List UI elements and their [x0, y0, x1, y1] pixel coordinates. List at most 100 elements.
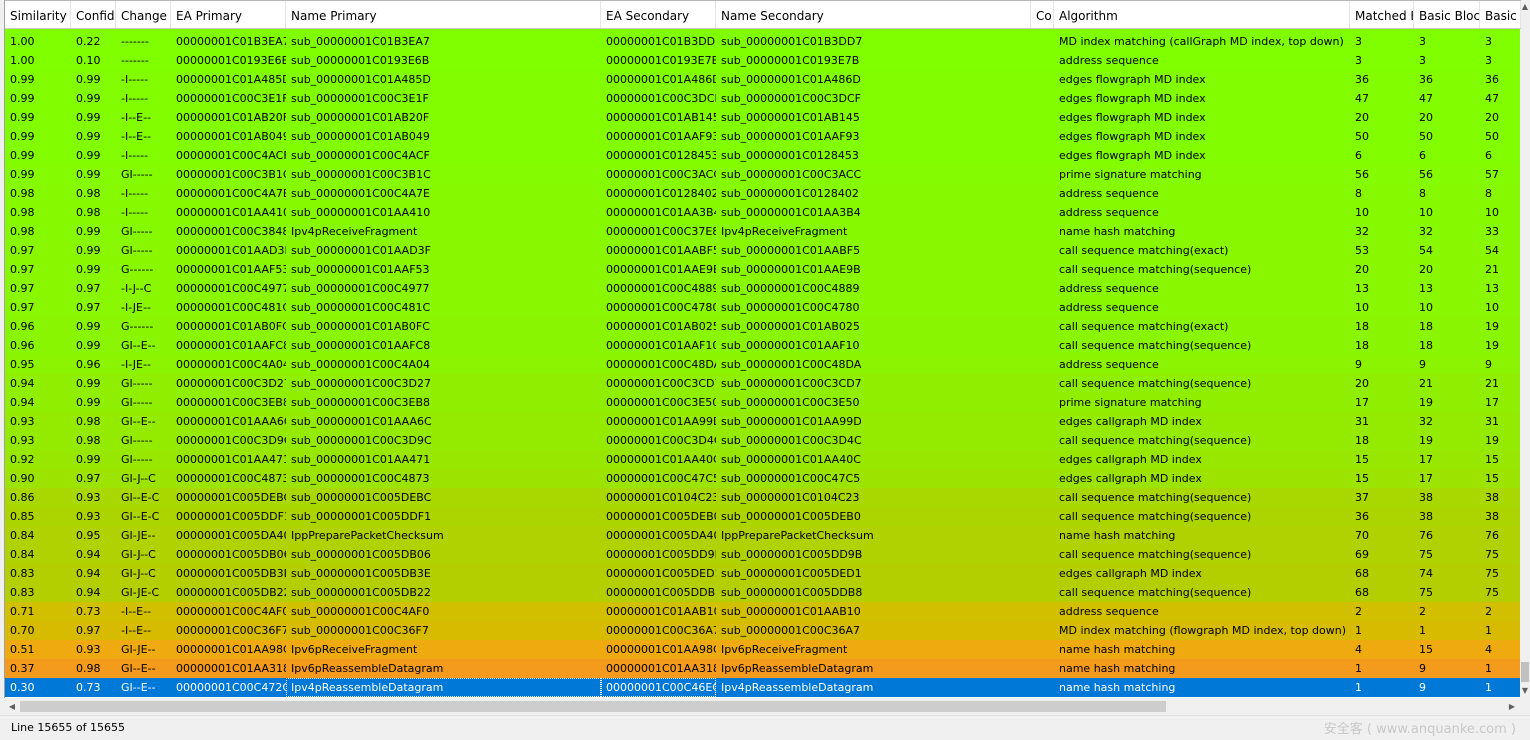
cell-ea-secondary: 00000001C01AB025	[606, 320, 716, 333]
cell-ea-secondary: 00000001C00C46EC	[601, 678, 716, 697]
table-row[interactable]: 0.98 0.99 GI----- 00000001C00C3848 Ipv4pRece…	[5, 222, 1521, 241]
cell-basic-b: 13	[1485, 282, 1499, 295]
cell-algorithm: call sequence matching(exact)	[1059, 244, 1229, 257]
cell-similarity: 0.92	[10, 453, 35, 466]
cell-similarity: 0.85	[10, 510, 35, 523]
table-row[interactable]: 0.86 0.93 GI--E-C 00000001C005DEBC sub_00000…	[5, 488, 1521, 507]
table-row-selected[interactable]: 0.30 0.73 GI--E-- 00000001C00C472C Ipv4pReas…	[5, 678, 1521, 697]
cell-name-primary: sub_00000001C00C4ACF	[291, 149, 430, 162]
cell-change: -I-----	[121, 73, 149, 86]
scroll-right-icon[interactable]: ▶	[1504, 698, 1520, 715]
cell-ea-secondary: 00000001C00C3E50	[606, 396, 716, 409]
grid-body: sub_00000001C01AAF02sub_00000001C01AAF02…	[5, 13, 1521, 698]
table-row[interactable]: 0.94 0.99 GI----- 00000001C00C3EB8 sub_00000…	[5, 393, 1521, 412]
table-row[interactable]: 0.96 0.99 G------ 00000001C01AB0FC sub_00000…	[5, 317, 1521, 336]
cell-matched-b: 13	[1355, 282, 1369, 295]
cell-ea-primary: 00000001C00C3EB8	[176, 396, 286, 409]
table-row[interactable]: 0.99 0.99 -I--E-- 00000001C01AB049 sub_00000…	[5, 127, 1521, 146]
cell-basic-block: 9	[1419, 681, 1426, 694]
table-row[interactable]: 0.90 0.97 GI-J--C 00000001C00C4873 sub_00000…	[5, 469, 1521, 488]
results-grid[interactable]: Similarity Confid Change EA Primary Name Pri…	[4, 0, 1521, 698]
column-header-basic-block[interactable]: Basic Block	[1414, 1, 1480, 28]
column-header-name-primary[interactable]: Name Primary	[286, 1, 601, 28]
vertical-scrollbar[interactable]: ▲ ▼	[1520, 0, 1530, 698]
table-row[interactable]: 0.95 0.96 -I-JE-- 00000001C00C4A04 sub_00000…	[5, 355, 1521, 374]
table-row[interactable]: 1.00 0.10 ------- 00000001C0193E6B sub_00000…	[5, 51, 1521, 70]
table-row[interactable]: 0.37 0.98 GI--E-- 00000001C01AA318 Ipv6pReas…	[5, 659, 1521, 678]
cell-name-secondary: sub_00000001C00C4889	[721, 282, 860, 295]
table-row[interactable]: 0.99 0.99 -I--E-- 00000001C01AB20F sub_00000…	[5, 108, 1521, 127]
cell-matched-b: 70	[1355, 529, 1369, 542]
cell-basic-b: 75	[1485, 567, 1499, 580]
cell-matched-b: 15	[1355, 472, 1369, 485]
column-header-basic-b[interactable]: Basic B	[1480, 1, 1521, 28]
cell-name-primary: sub_00000001C01AAF53	[291, 263, 430, 276]
cell-ea-secondary: 00000001C0128453	[606, 149, 716, 162]
table-row[interactable]: 0.83 0.94 GI-J--C 00000001C005DB3E sub_00000…	[5, 564, 1521, 583]
table-row[interactable]: 0.98 0.98 -I----- 00000001C00C4A7E sub_00000…	[5, 184, 1521, 203]
column-header-co[interactable]: Co	[1031, 1, 1054, 28]
cell-algorithm: address sequence	[1059, 282, 1159, 295]
cell-ea-primary: 00000001C00C3848	[176, 225, 286, 238]
table-row[interactable]: 0.84 0.95 GI-JE-- 00000001C005DA40 IppPrepar…	[5, 526, 1521, 545]
horizontal-scrollbar[interactable]: ◀ ▶	[4, 698, 1520, 715]
column-header-name-secondary[interactable]: Name Secondary	[716, 1, 1031, 28]
cell-ea-primary: 00000001C00C4A04	[176, 358, 286, 371]
table-row[interactable]: 0.93 0.98 GI--E-- 00000001C01AAA6C sub_00000…	[5, 412, 1521, 431]
table-row[interactable]: 0.92 0.99 GI----- 00000001C01AA471 sub_00000…	[5, 450, 1521, 469]
cell-ea-primary: 00000001C00C4977	[176, 282, 286, 295]
cell-confid: 0.96	[76, 358, 101, 371]
table-row[interactable]: 0.99 0.99 GI----- 00000001C00C3B1C sub_00000…	[5, 165, 1521, 184]
table-row[interactable]: 0.94 0.99 GI----- 00000001C00C3D27 sub_00000…	[5, 374, 1521, 393]
table-row[interactable]: 0.71 0.73 -I--E-- 00000001C00C4AF0 sub_00000…	[5, 602, 1521, 621]
table-row[interactable]: 0.99 0.99 -I----- 00000001C00C4ACF sub_00000…	[5, 146, 1521, 165]
cell-basic-block: 3	[1419, 54, 1426, 67]
table-row[interactable]: 0.97 0.97 -I-J--C 00000001C00C4977 sub_00000…	[5, 279, 1521, 298]
column-header-change[interactable]: Change	[116, 1, 171, 28]
column-header-confid[interactable]: Confid	[71, 1, 116, 28]
cell-name-secondary: sub_00000001C00C3ACC	[721, 168, 862, 181]
cell-ea-primary: 00000001C01AB0FC	[176, 320, 286, 333]
column-header-ea-secondary[interactable]: EA Secondary	[601, 1, 716, 28]
table-row[interactable]: 0.97 0.97 -I-JE-- 00000001C00C481C sub_00000…	[5, 298, 1521, 317]
cell-confid: 0.98	[76, 662, 101, 675]
cell-change: GI-----	[121, 244, 153, 257]
cell-similarity: 0.99	[10, 73, 35, 86]
table-row[interactable]: 0.96 0.99 GI--E-- 00000001C01AAFC8 sub_00000…	[5, 336, 1521, 355]
cell-co	[1031, 621, 1054, 640]
cell-name-secondary: Ipv6pReassembleDatagram	[721, 662, 874, 675]
table-row[interactable]: 1.00 0.22 ------- 00000001C01B3EA7 sub_00000…	[5, 32, 1521, 51]
table-row[interactable]: 0.99 0.99 -I----- 00000001C00C3E1F sub_00000…	[5, 89, 1521, 108]
column-header-ea-primary[interactable]: EA Primary	[171, 1, 286, 28]
cell-confid: 0.99	[76, 377, 101, 390]
table-row[interactable]: 0.51 0.93 GI-JE-- 00000001C01AA98C Ipv6pRece…	[5, 640, 1521, 659]
table-row[interactable]: 0.83 0.94 GI-JE-C 00000001C005DB22 sub_00000…	[5, 583, 1521, 602]
table-row[interactable]: 0.98 0.98 -I----- 00000001C01AA410 sub_00000…	[5, 203, 1521, 222]
cell-name-secondary: sub_00000001C005DEB0	[721, 510, 861, 523]
column-header-matched-b[interactable]: Matched B	[1350, 1, 1414, 28]
cell-co	[1031, 678, 1054, 697]
cell-basic-b: 19	[1485, 320, 1499, 333]
cell-change: GI-JE--	[121, 529, 156, 542]
table-row[interactable]: 0.70 0.97 -I--E-- 00000001C00C36F7 sub_00000…	[5, 621, 1521, 640]
cell-algorithm: address sequence	[1059, 54, 1159, 67]
vertical-scroll-thumb[interactable]	[1521, 662, 1529, 682]
horizontal-scroll-thumb[interactable]	[20, 701, 1166, 712]
table-row[interactable]: 0.93 0.98 GI----- 00000001C00C3D9C sub_00000…	[5, 431, 1521, 450]
scroll-down-icon[interactable]: ▼	[1520, 684, 1530, 698]
column-header-algorithm[interactable]: Algorithm	[1054, 1, 1350, 28]
table-row[interactable]: 0.85 0.93 GI--E-C 00000001C005DDF1 sub_00000…	[5, 507, 1521, 526]
cell-similarity: 0.97	[10, 282, 35, 295]
cell-confid: 0.99	[76, 339, 101, 352]
column-header-similarity[interactable]: Similarity	[5, 1, 71, 28]
scroll-up-icon[interactable]: ▲	[1520, 0, 1530, 14]
cell-basic-block: 15	[1419, 643, 1433, 656]
table-row[interactable]: 0.97 0.99 GI----- 00000001C01AAD3F sub_00000…	[5, 241, 1521, 260]
table-row[interactable]: 0.84 0.94 GI-J--C 00000001C005DB06 sub_00000…	[5, 545, 1521, 564]
table-row[interactable]: 0.97 0.99 G------ 00000001C01AAF53 sub_00000…	[5, 260, 1521, 279]
table-row[interactable]: 0.99 0.99 -I----- 00000001C01A485D sub_00000…	[5, 70, 1521, 89]
cell-matched-b: 18	[1355, 320, 1369, 333]
scroll-left-icon[interactable]: ◀	[4, 698, 20, 715]
cell-basic-b: 38	[1485, 510, 1499, 523]
cell-matched-b: 18	[1355, 434, 1369, 447]
